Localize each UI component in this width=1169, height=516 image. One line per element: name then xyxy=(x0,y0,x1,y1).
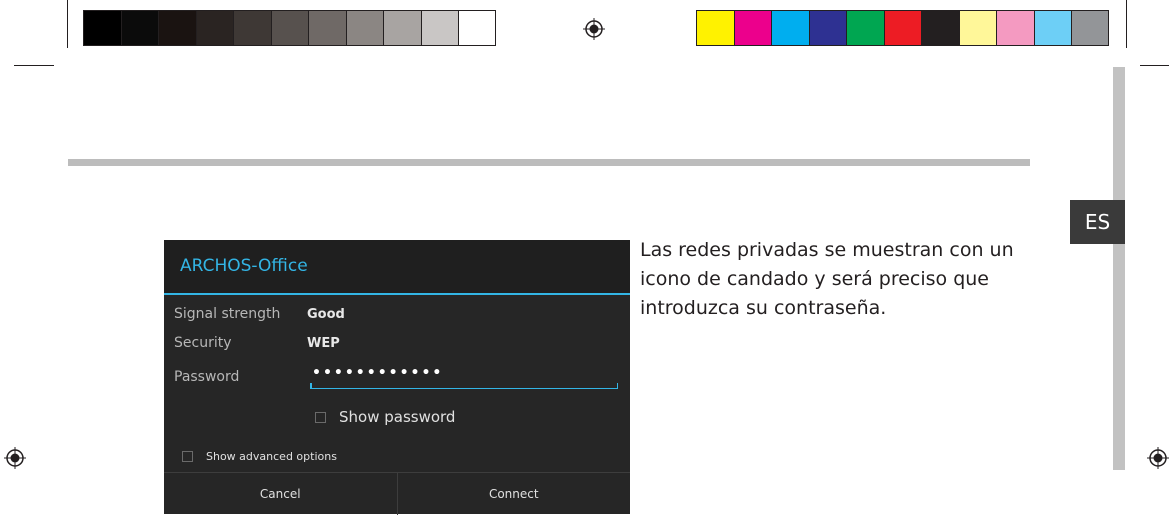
color-swatch xyxy=(158,10,196,46)
password-input[interactable]: •••••••••••• xyxy=(310,362,618,389)
description-paragraph: Las redes privadas se muestran con un ic… xyxy=(640,239,1014,319)
color-swatch xyxy=(921,10,959,46)
color-swatch xyxy=(883,10,921,46)
crop-mark-top-left-horizontal xyxy=(14,65,54,66)
color-swatch-strip xyxy=(696,10,1109,46)
cancel-button[interactable]: Cancel xyxy=(164,473,397,515)
signal-strength-label: Signal strength xyxy=(174,306,281,322)
color-swatch xyxy=(233,10,271,46)
password-label: Password xyxy=(174,369,240,385)
dialog-button-bar: Cancel Connect xyxy=(164,472,630,515)
crop-mark-top-right-vertical xyxy=(1126,0,1127,48)
color-swatch xyxy=(270,10,308,46)
color-swatch xyxy=(120,10,158,46)
show-advanced-options-checkbox[interactable] xyxy=(182,451,193,462)
color-swatch xyxy=(195,10,233,46)
registration-mark-icon xyxy=(4,447,26,469)
color-swatch xyxy=(458,10,496,46)
color-swatch xyxy=(846,10,884,46)
color-swatch xyxy=(808,10,846,46)
color-swatch xyxy=(1071,10,1109,46)
connect-button[interactable]: Connect xyxy=(396,473,631,515)
crop-mark-top-left-vertical xyxy=(67,0,68,48)
language-tab: ES xyxy=(1070,200,1125,244)
header-divider-bar xyxy=(68,159,1030,166)
show-password-label[interactable]: Show password xyxy=(339,408,455,426)
color-swatch xyxy=(1033,10,1071,46)
crop-mark-top-right-horizontal xyxy=(1140,65,1169,66)
color-swatch xyxy=(83,10,121,46)
signal-strength-value: Good xyxy=(307,307,345,322)
color-swatch xyxy=(696,10,734,46)
grayscale-swatch-strip xyxy=(83,10,496,46)
color-swatch xyxy=(420,10,458,46)
wifi-network-dialog: ARCHOS-Office Signal strength Good Secur… xyxy=(164,240,630,515)
color-swatch xyxy=(733,10,771,46)
registration-mark-icon xyxy=(1147,447,1169,469)
security-value: WEP xyxy=(307,336,340,351)
show-advanced-options-label[interactable]: Show advanced options xyxy=(206,450,337,463)
color-swatch xyxy=(308,10,346,46)
color-swatch xyxy=(771,10,809,46)
password-value: •••••••••••• xyxy=(312,365,444,381)
color-swatch xyxy=(958,10,996,46)
dialog-title: ARCHOS-Office xyxy=(164,240,630,295)
registration-mark-icon xyxy=(583,18,605,40)
show-password-checkbox[interactable] xyxy=(315,412,326,423)
color-swatch xyxy=(996,10,1034,46)
side-margin-bar xyxy=(1113,67,1125,470)
color-swatch xyxy=(383,10,421,46)
security-label: Security xyxy=(174,335,232,351)
color-swatch xyxy=(345,10,383,46)
